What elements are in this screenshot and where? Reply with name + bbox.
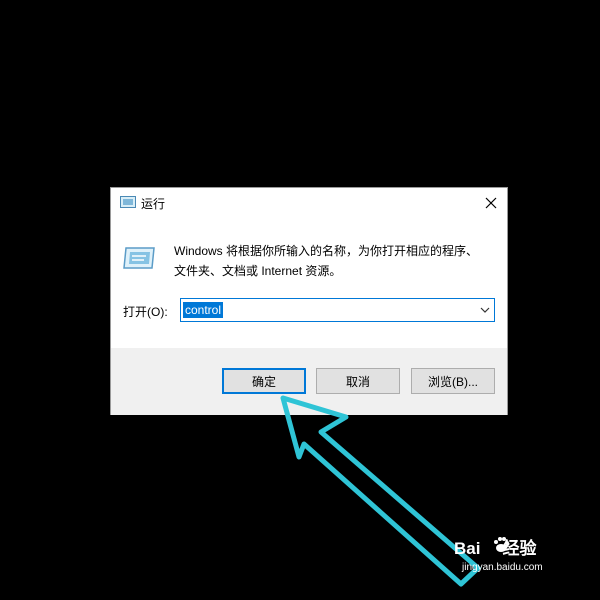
watermark-url: jingyan.baidu.com: [462, 562, 543, 573]
ok-button[interactable]: 确定: [222, 368, 306, 394]
cancel-button[interactable]: 取消: [316, 368, 400, 394]
open-input-value[interactable]: control: [183, 302, 224, 318]
description-line: 文件夹、文档或 Internet 资源。: [174, 264, 342, 278]
close-icon: [485, 197, 497, 209]
dialog-description: Windows 将根据你所输入的名称，为你打开相应的程序、 文件夹、文档或 In…: [174, 241, 494, 281]
dialog-title: 运行: [141, 197, 166, 211]
run-dialog: 运行 Windows 将根据你所输入的名称，为你打开相应的程序、 文件夹、文档或…: [110, 187, 508, 415]
close-button[interactable]: [475, 188, 507, 218]
paw-icon: [494, 537, 509, 552]
chevron-down-icon[interactable]: [480, 305, 490, 315]
open-combobox[interactable]: control: [180, 298, 495, 322]
title-bar: 运行: [111, 188, 507, 218]
open-label: 打开(O):: [123, 305, 168, 319]
button-bar: 确定 取消 浏览(B)...: [111, 348, 507, 415]
run-icon: [120, 196, 136, 208]
browse-button[interactable]: 浏览(B)...: [411, 368, 495, 394]
baidu-jingyan-watermark: Bai 经验 jingyan.baidu.com: [454, 534, 574, 584]
description-line: Windows 将根据你所输入的名称，为你打开相应的程序、: [174, 244, 479, 258]
run-program-icon: [123, 247, 155, 269]
